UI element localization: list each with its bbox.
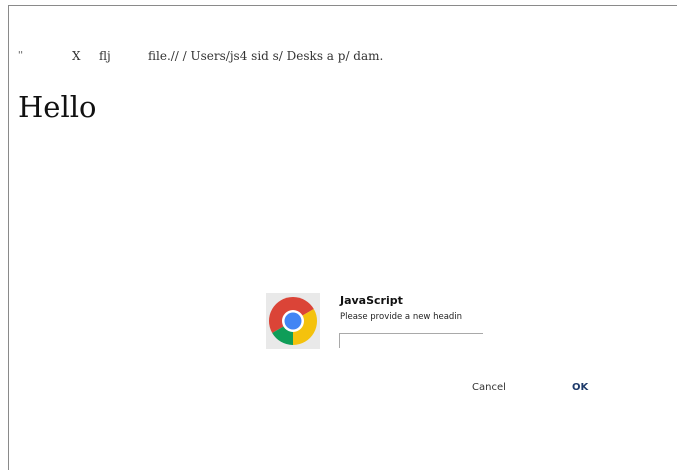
cancel-button[interactable]: Cancel xyxy=(472,382,506,393)
browser-frame xyxy=(8,5,677,470)
page-heading: Hello xyxy=(18,90,97,124)
close-tab-icon[interactable]: X xyxy=(72,49,81,63)
url-text[interactable]: file.// / Users/js4 sid s/ Desks a p/ da… xyxy=(148,49,383,63)
javascript-prompt-dialog: JavaScript Please provide a new headin xyxy=(266,293,483,350)
quote-mark: '' xyxy=(18,51,23,61)
chrome-logo-icon xyxy=(266,293,320,349)
dialog-message: Please provide a new headin xyxy=(340,312,463,322)
dialog-title: JavaScript xyxy=(340,294,403,307)
prompt-input[interactable] xyxy=(339,333,483,348)
tab-fragment[interactable]: flj xyxy=(99,49,111,63)
ok-button[interactable]: OK xyxy=(572,382,588,393)
